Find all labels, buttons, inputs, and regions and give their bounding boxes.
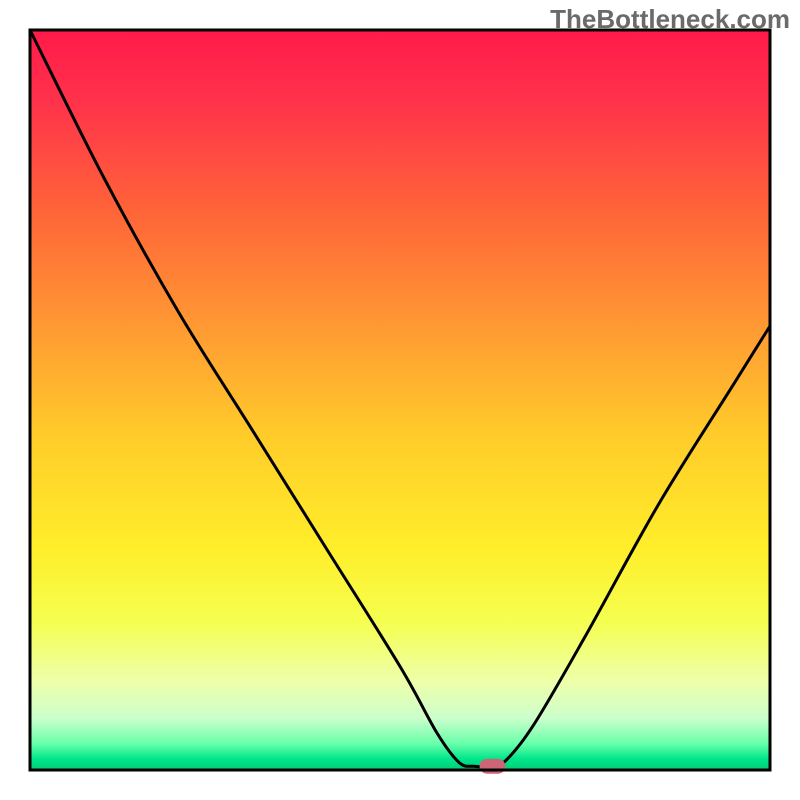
chart-svg <box>0 0 800 800</box>
watermark-text: TheBottleneck.com <box>550 4 790 35</box>
plot-background <box>30 30 770 770</box>
bottleneck-chart: TheBottleneck.com <box>0 0 800 800</box>
